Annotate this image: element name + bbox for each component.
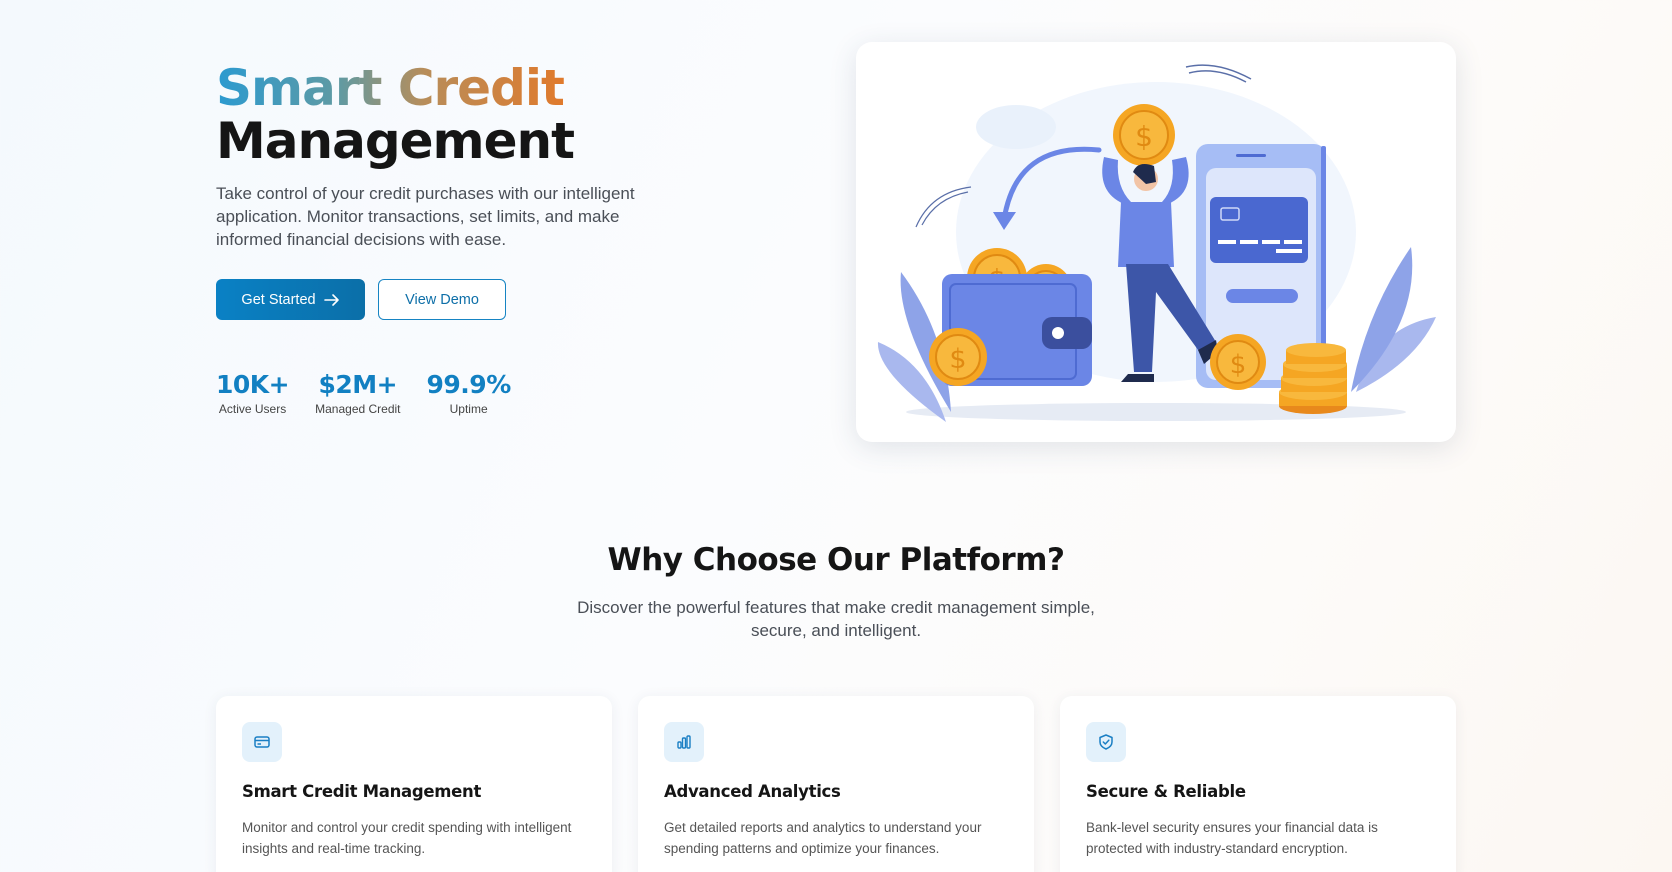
hero-actions: Get Started View Demo: [216, 279, 656, 320]
stat-label: Active Users: [218, 402, 287, 416]
stat-value: $2M+: [318, 370, 398, 399]
hero-title: Smart Credit Management: [216, 62, 656, 168]
feature-card-security: Secure & Reliable Bank-level security en…: [1060, 696, 1456, 872]
stat-active-users: 10K+ Active Users: [216, 370, 290, 416]
svg-text:$: $: [1135, 120, 1153, 153]
feature-card-description: Bank-level security ensures your financi…: [1086, 820, 1378, 856]
hero-title-highlight: Smart Credit: [216, 59, 565, 117]
hero-section: Smart Credit Management Take control of …: [216, 62, 656, 320]
svg-text:$: $: [949, 344, 966, 375]
feature-card-description: Monitor and control your credit spending…: [242, 820, 572, 856]
feature-card-description: Get detailed reports and analytics to un…: [664, 820, 982, 856]
stat-value: 10K+: [216, 370, 290, 399]
feature-card-title: Advanced Analytics: [664, 782, 841, 801]
feature-card-title: Secure & Reliable: [1086, 782, 1246, 801]
hero-description: Take control of your credit purchases wi…: [216, 184, 635, 249]
credit-card-icon: [242, 722, 282, 762]
stat-label: Managed Credit: [315, 402, 401, 416]
wallet-phone-coins-illustration: $ $ $: [877, 64, 1436, 422]
stat-managed-credit: $2M+ Managed Credit: [315, 370, 400, 416]
hero-title-main: Management: [216, 112, 575, 170]
get-started-label: Get Started: [241, 291, 316, 308]
shield-check-icon: [1086, 722, 1126, 762]
features-subtitle: Discover the powerful features that make…: [577, 598, 1095, 640]
feature-card-title: Smart Credit Management: [242, 782, 482, 801]
features-title: Why Choose Our Platform?: [607, 542, 1065, 578]
stats-row: 10K+ Active Users $2M+ Managed Credit 99…: [216, 370, 511, 416]
feature-card-analytics: Advanced Analytics Get detailed reports …: [638, 696, 1034, 872]
feature-card-credit-management: Smart Credit Management Monitor and cont…: [216, 696, 612, 872]
bar-chart-icon: [664, 722, 704, 762]
stat-label: Uptime: [449, 402, 488, 416]
hero-illustration-card: $ $ $: [856, 42, 1456, 442]
stat-uptime: 99.9% Uptime: [426, 370, 512, 416]
get-started-button[interactable]: Get Started: [216, 279, 365, 320]
view-demo-button[interactable]: View Demo: [378, 279, 506, 320]
svg-text:$: $: [1230, 350, 1247, 380]
stat-value: 99.9%: [426, 370, 512, 399]
arrow-right-icon: [323, 293, 339, 306]
